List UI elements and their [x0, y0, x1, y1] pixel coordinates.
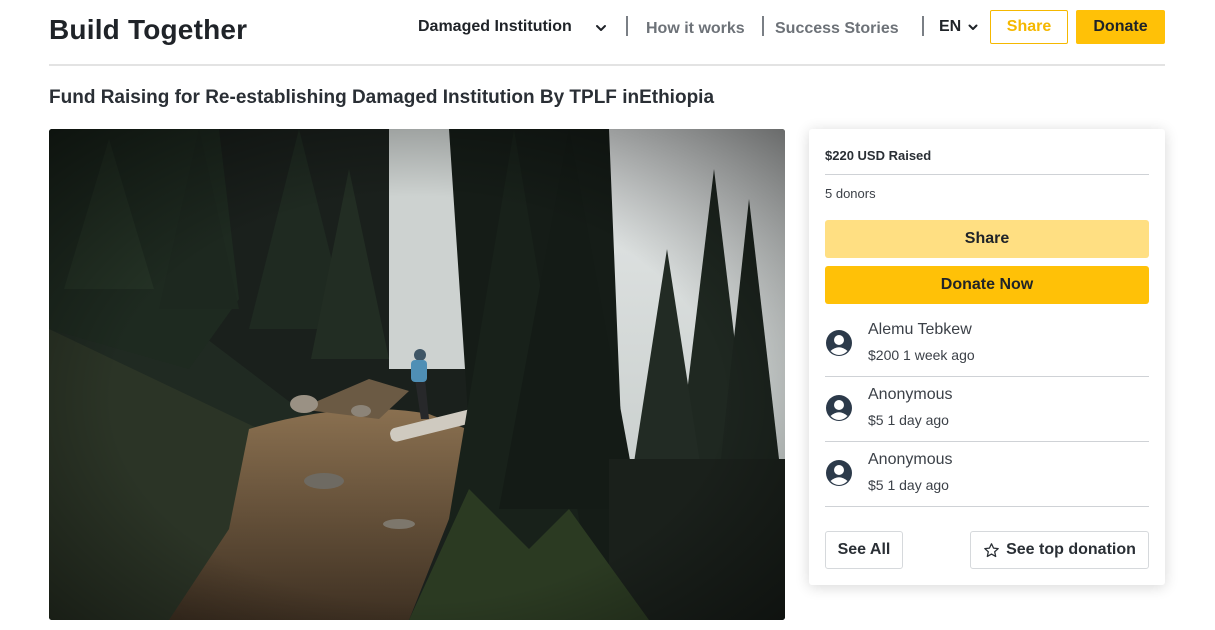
language-label: EN	[939, 18, 962, 35]
nav-divider	[626, 16, 628, 36]
user-avatar-icon	[826, 395, 852, 421]
star-outline-icon	[984, 542, 999, 557]
donation-item: Alemu Tebkew $200 1 week ago	[825, 318, 1149, 383]
divider	[825, 506, 1149, 507]
see-top-donation-label: See top donation	[1006, 541, 1136, 558]
nav-how-it-works[interactable]: How it works	[646, 20, 745, 38]
category-dropdown-label: Damaged Institution	[418, 18, 572, 35]
donate-now-button[interactable]: Donate Now	[825, 266, 1149, 304]
donor-count: 5 donors	[825, 186, 876, 201]
donation-amount-time: $5 1 day ago	[868, 412, 949, 428]
category-dropdown[interactable]: Damaged Institution	[418, 18, 606, 36]
see-all-button[interactable]: See All	[825, 531, 903, 569]
donation-amount-time: $5 1 day ago	[868, 477, 949, 493]
donor-name: Alemu Tebkew	[868, 321, 972, 338]
divider	[825, 174, 1149, 175]
user-avatar-icon	[826, 330, 852, 356]
donor-name: Anonymous	[868, 451, 953, 468]
donation-item: Anonymous $5 1 day ago	[825, 383, 1149, 448]
top-nav: Build Together Damaged Institution How i…	[49, 0, 1165, 66]
donation-item: Anonymous $5 1 day ago	[825, 448, 1149, 513]
donor-name: Anonymous	[868, 386, 953, 403]
header-share-button[interactable]: Share	[990, 10, 1068, 44]
see-top-donation-button[interactable]: See top donation	[970, 531, 1149, 569]
nav-divider	[762, 16, 764, 36]
language-selector[interactable]: EN	[939, 18, 978, 36]
share-button[interactable]: Share	[825, 220, 1149, 258]
campaign-hero-image	[49, 129, 785, 620]
brand-logo[interactable]: Build Together	[49, 14, 247, 46]
header-donate-button[interactable]: Donate	[1076, 10, 1165, 44]
campaign-title: Fund Raising for Re-establishing Damaged…	[49, 87, 715, 108]
nav-success-stories[interactable]: Success Stories	[775, 20, 899, 38]
donation-summary-card: $220 USD Raised 5 donors Share Donate No…	[809, 129, 1165, 585]
amount-raised: $220 USD Raised	[825, 148, 932, 163]
chevron-down-icon	[596, 25, 606, 31]
forest-trail-photo	[49, 129, 785, 620]
chevron-down-icon	[968, 24, 978, 30]
donation-amount-time: $200 1 week ago	[868, 347, 975, 363]
divider	[825, 376, 1149, 377]
nav-divider	[922, 16, 924, 36]
divider	[825, 441, 1149, 442]
user-avatar-icon	[826, 460, 852, 486]
